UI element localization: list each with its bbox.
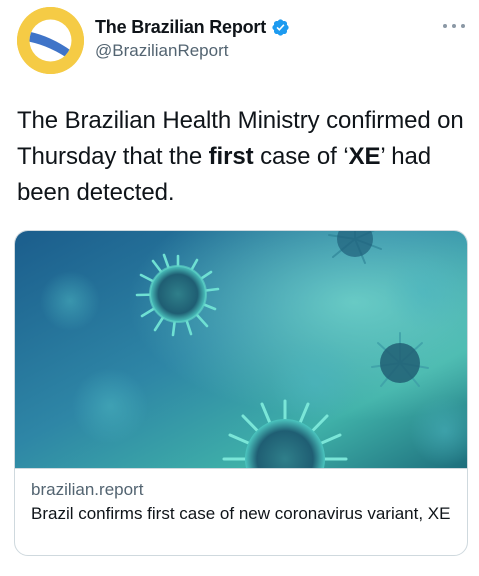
tweet-text: The Brazilian Health Ministry confirmed … [17,107,464,206]
avatar[interactable] [17,7,84,74]
coronavirus-image [15,231,467,468]
brazilian-report-logo-icon [17,7,84,74]
card-domain: brazilian.report [31,480,144,499]
handle[interactable]: @BrazilianReport [95,41,290,61]
display-name[interactable]: The Brazilian Report [95,17,266,38]
card-title: Brazil confirms first case of new corona… [31,504,451,523]
card-meta[interactable]: brazilian.report Brazil confirms first c… [15,468,467,555]
more-options-icon[interactable] [443,21,465,31]
link-card[interactable]: brazilian.report Brazil confirms first c… [14,230,468,556]
verified-badge-icon [271,18,290,37]
card-image[interactable] [15,231,467,468]
tweet-header: The Brazilian Report @BrazilianReport [17,7,467,75]
